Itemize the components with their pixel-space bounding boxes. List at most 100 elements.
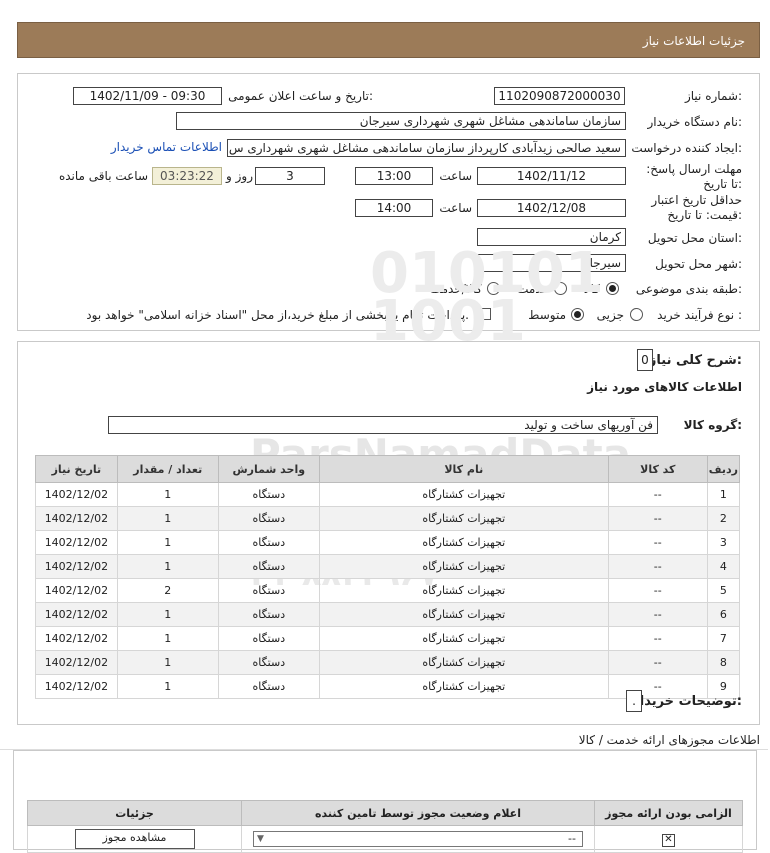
row-number-cell: 5 bbox=[706, 578, 741, 603]
col-need-date: تاریخ نیاز bbox=[35, 455, 118, 483]
creator-field: سعید صالحی زیدآبادی کارپرداز سازمان ساما… bbox=[227, 139, 626, 157]
creator-label: ایجاد کننده درخواست: bbox=[631, 141, 742, 155]
goods-name-cell: تجهیزات کشتارگاه bbox=[318, 530, 609, 555]
items-table: ردیف کد کالا نام کالا واحد شمارش تعداد /… bbox=[35, 455, 741, 699]
buyer-notes-label: توضیحات خریدار: bbox=[632, 694, 742, 709]
city-field: سیرجان bbox=[477, 254, 626, 272]
goods-name-cell: تجهیزات کشتارگاه bbox=[318, 506, 609, 531]
goods-code-cell: -- bbox=[607, 482, 708, 507]
licenses-section-title: اطلاعات مجوزهای ارائه خدمت / کالا bbox=[0, 733, 768, 750]
quantity-cell: 1 bbox=[116, 674, 219, 699]
unit-cell: دستگاه bbox=[217, 554, 320, 579]
category-radio-goods-service[interactable] bbox=[487, 282, 500, 295]
col-license-status: اعلام وضعیت مجوز توسط تامین کننده bbox=[241, 800, 595, 826]
need-date-cell: 1402/12/02 bbox=[35, 506, 118, 531]
treasury-payment-checkbox[interactable] bbox=[479, 308, 491, 320]
unit-cell: دستگاه bbox=[217, 530, 320, 555]
goods-name-cell: تجهیزات کشتارگاه bbox=[318, 578, 609, 603]
col-unit: واحد شمارش bbox=[217, 455, 320, 483]
license-status-value: -- bbox=[568, 832, 576, 845]
quantity-cell: 1 bbox=[116, 650, 219, 675]
need-date-cell: 1402/12/02 bbox=[35, 650, 118, 675]
quantity-cell: 1 bbox=[116, 554, 219, 579]
deadline-date-field: 1402/11/12 bbox=[477, 167, 626, 185]
category-option-goods: کالا bbox=[583, 282, 600, 296]
remaining-time: 03:23:22 bbox=[152, 167, 222, 185]
col-license-required: الزامی بودن ارائه مجوز bbox=[594, 800, 743, 826]
buyer-org-field: سازمان ساماندهی مشاغل شهری شهرداری سیرجا… bbox=[176, 112, 626, 130]
need-date-cell: 1402/12/02 bbox=[35, 482, 118, 507]
goods-code-cell: -- bbox=[607, 626, 708, 651]
process-radio-medium[interactable] bbox=[571, 308, 584, 321]
license-status-cell: -- ▼ bbox=[241, 825, 595, 853]
need-date-cell: 1402/12/02 bbox=[35, 578, 118, 603]
unit-cell: دستگاه bbox=[217, 482, 320, 507]
table-row: 1 -- تجهیزات کشتارگاه دستگاه 1 1402/12/02 bbox=[35, 482, 741, 507]
items-table-header: ردیف کد کالا نام کالا واحد شمارش تعداد /… bbox=[35, 455, 741, 483]
buyer-notes-field: . bbox=[626, 690, 642, 712]
col-goods-name: نام کالا bbox=[318, 455, 609, 483]
need-date-cell: 1402/12/02 bbox=[35, 554, 118, 579]
category-radio-goods[interactable] bbox=[606, 282, 619, 295]
province-label: استان محل تحویل: bbox=[647, 231, 742, 245]
goods-name-cell: تجهیزات کشتارگاه bbox=[318, 674, 609, 699]
goods-name-cell: تجهیزات کشتارگاه bbox=[318, 554, 609, 579]
table-row: 5 -- تجهیزات کشتارگاه دستگاه 2 1402/12/02 bbox=[35, 578, 741, 603]
row-number-cell: 1 bbox=[706, 482, 741, 507]
view-license-button[interactable]: مشاهده مجوز bbox=[74, 829, 195, 849]
goods-group-field: فن آوریهای ساخت و تولید bbox=[108, 416, 658, 434]
city-label: شهر محل تحویل: bbox=[655, 257, 742, 271]
table-row: 7 -- تجهیزات کشتارگاه دستگاه 1 1402/12/02 bbox=[35, 626, 741, 651]
quantity-cell: 1 bbox=[116, 506, 219, 531]
goods-name-cell: تجهیزات کشتارگاه bbox=[318, 650, 609, 675]
unit-cell: دستگاه bbox=[217, 626, 320, 651]
quantity-cell: 1 bbox=[116, 626, 219, 651]
unit-cell: دستگاه bbox=[217, 506, 320, 531]
process-option-minor: جزیی bbox=[596, 308, 624, 322]
page-header: جزئیات اطلاعات نیاز bbox=[17, 22, 760, 58]
license-details-cell: مشاهده مجوز bbox=[27, 825, 242, 853]
process-option-medium: متوسط bbox=[528, 308, 566, 322]
need-date-cell: 1402/12/02 bbox=[35, 602, 118, 627]
need-date-cell: 1402/12/02 bbox=[35, 674, 118, 699]
goods-code-cell: -- bbox=[607, 650, 708, 675]
goods-code-cell: -- bbox=[607, 602, 708, 627]
buyer-org-label: نام دستگاه خریدار: bbox=[647, 115, 743, 129]
deadline-time-label: ساعت bbox=[439, 169, 472, 183]
summary-field: 0 bbox=[637, 349, 653, 371]
category-label: طبقه بندی موضوعی: bbox=[635, 282, 742, 296]
buyer-contact-link[interactable]: اطلاعات تماس خریدار bbox=[111, 140, 222, 154]
unit-cell: دستگاه bbox=[217, 650, 320, 675]
row-number-cell: 3 bbox=[706, 530, 741, 555]
process-radio-minor[interactable] bbox=[630, 308, 643, 321]
table-row: 2 -- تجهیزات کشتارگاه دستگاه 1 1402/12/02 bbox=[35, 506, 741, 531]
table-row: 4 -- تجهیزات کشتارگاه دستگاه 1 1402/12/02 bbox=[35, 554, 741, 579]
row-number-cell: 7 bbox=[706, 626, 741, 651]
goods-code-cell: -- bbox=[607, 506, 708, 531]
page-title: جزئیات اطلاعات نیاز bbox=[642, 34, 745, 48]
row-number-cell: 8 bbox=[706, 650, 741, 675]
row-number-cell: 2 bbox=[706, 506, 741, 531]
province-field: کرمان bbox=[477, 228, 626, 246]
validity-time-field: 14:00 bbox=[355, 199, 433, 217]
goods-name-cell: تجهیزات کشتارگاه bbox=[318, 482, 609, 507]
goods-code-cell: -- bbox=[607, 554, 708, 579]
goods-name-cell: تجهیزات کشتارگاه bbox=[318, 602, 609, 627]
license-required-cell: ✕ bbox=[594, 825, 743, 853]
col-license-details: جزئیات bbox=[27, 800, 242, 826]
deadline-label: مهلت ارسال پاسخ: تا تاریخ: bbox=[646, 162, 742, 191]
days-label: روز و bbox=[226, 169, 253, 183]
unit-cell: دستگاه bbox=[217, 602, 320, 627]
need-number-label: شماره نیاز: bbox=[684, 89, 742, 103]
quantity-cell: 1 bbox=[116, 482, 219, 507]
table-row: 8 -- تجهیزات کشتارگاه دستگاه 1 1402/12/02 bbox=[35, 650, 741, 675]
need-date-cell: 1402/12/02 bbox=[35, 626, 118, 651]
category-radio-service[interactable] bbox=[554, 282, 567, 295]
announce-label: تاریخ و ساعت اعلان عمومی: bbox=[228, 89, 373, 103]
goods-group-label: گروه کالا: bbox=[683, 418, 742, 432]
goods-code-cell: -- bbox=[607, 578, 708, 603]
unit-cell: دستگاه bbox=[217, 578, 320, 603]
col-goods-code: کد کالا bbox=[607, 455, 708, 483]
row-number-cell: 6 bbox=[706, 602, 741, 627]
col-quantity: تعداد / مقدار bbox=[116, 455, 219, 483]
